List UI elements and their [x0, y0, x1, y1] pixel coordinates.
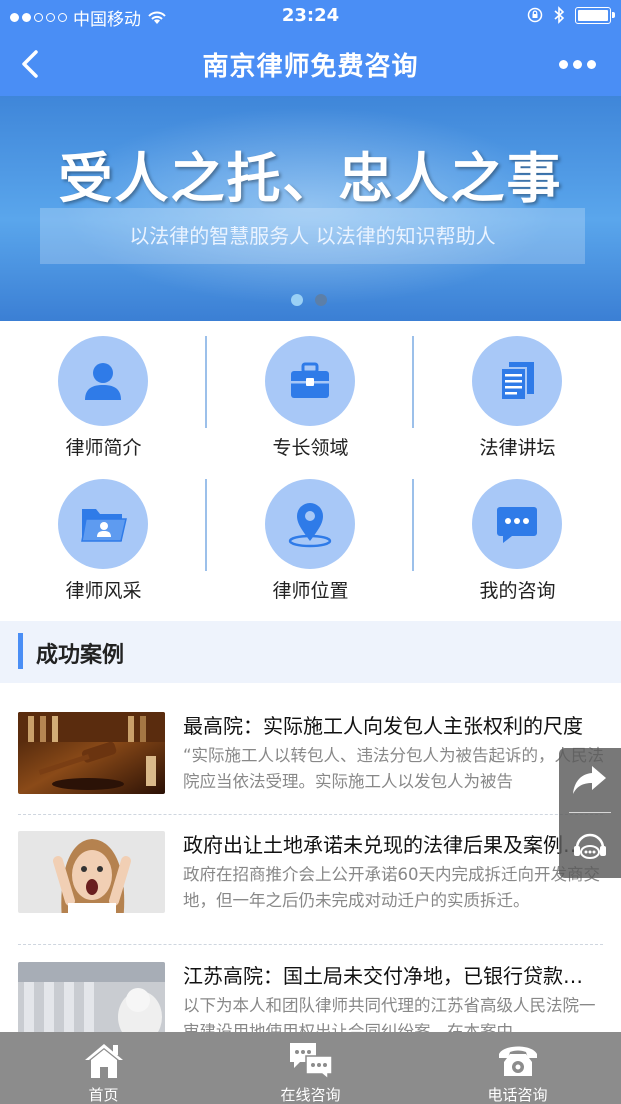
- article-summary: “实际施工人以转包人、违法分包人为被告起诉的，人民法院应当依法受理。实际施工人以…: [183, 746, 605, 791]
- menu-label: 律师位置: [272, 580, 349, 602]
- battery-icon: [575, 6, 615, 24]
- menu-label: 我的咨询: [479, 580, 556, 602]
- location-pin-icon: [288, 503, 332, 548]
- top-bar: 中国移动 23:24 南京律师免费咨询: [0, 0, 621, 96]
- menu-item-legal-forum[interactable]: 法律讲坛: [414, 321, 621, 464]
- article-title: 政府出让土地承诺未兑现的法律后果及案例…: [183, 833, 583, 857]
- tab-label: 在线咨询: [280, 1086, 341, 1104]
- menu-item-lawyer-gallery[interactable]: 律师风采: [0, 464, 207, 607]
- bluetooth-icon: [554, 6, 565, 24]
- bottom-tab-bar: 首页 在线咨询 电话咨询: [0, 1032, 621, 1104]
- tab-home[interactable]: 首页: [0, 1032, 207, 1104]
- floating-actions: [559, 748, 621, 878]
- chat-bubble-icon: [497, 507, 537, 543]
- section-header: 成功案例: [0, 621, 621, 683]
- briefcase-icon: [291, 362, 329, 398]
- document-icon: [500, 362, 534, 401]
- customer-service-button[interactable]: [559, 814, 621, 878]
- surprised-woman-image: [18, 831, 165, 913]
- tab-phone-consult[interactable]: 电话咨询: [414, 1032, 621, 1104]
- article-title: 江苏高院：国土局未交付净地，已银行贷款…: [183, 964, 583, 988]
- tab-online-consult[interactable]: 在线咨询: [207, 1032, 414, 1104]
- status-bar: 中国移动 23:24: [0, 0, 621, 32]
- menu-label: 法律讲坛: [479, 437, 556, 459]
- pager-dot-1[interactable]: [291, 294, 303, 306]
- section-title: 成功案例: [36, 643, 125, 668]
- article-thumbnail: [18, 831, 165, 913]
- menu-item-lawyer-location[interactable]: 律师位置: [207, 464, 414, 607]
- menu-item-lawyer-intro[interactable]: 律师简介: [0, 321, 207, 464]
- list-item[interactable]: 最高院：实际施工人向发包人主张权利的尺度 “实际施工人以转包人、违法分包人为被告…: [18, 712, 608, 830]
- tab-label: 电话咨询: [487, 1086, 548, 1104]
- gavel-image: [18, 712, 165, 794]
- share-icon: [573, 766, 606, 794]
- article-thumbnail: [18, 712, 165, 794]
- menu-label: 律师风采: [65, 580, 142, 602]
- more-dots-icon: [559, 59, 568, 69]
- person-icon: [85, 363, 121, 400]
- menu-item-expertise[interactable]: 专长领域: [207, 321, 414, 464]
- nav-bar: 南京律师免费咨询: [0, 32, 621, 96]
- banner-subtitle: 以法律的智慧服务人 以法律的知识帮助人: [40, 208, 585, 264]
- chat-icon: [289, 1043, 333, 1080]
- more-button[interactable]: [559, 54, 599, 74]
- tab-label: 首页: [88, 1086, 119, 1104]
- list-item[interactable]: 政府出让土地承诺未兑现的法律后果及案例… 政府在招商推介会上公开承诺60天内完成…: [18, 831, 608, 949]
- article-title: 最高院：实际施工人向发包人主张权利的尺度: [183, 714, 583, 738]
- carousel-pager: [291, 294, 327, 306]
- article-summary: 政府在招商推介会上公开承诺60天内完成拆迁向开发商交地，但一年之后仍未完成对动迁…: [183, 865, 600, 910]
- orientation-lock-icon: [527, 7, 543, 23]
- menu-label: 专长领域: [272, 437, 349, 459]
- menu-item-my-consultation[interactable]: 我的咨询: [414, 464, 621, 607]
- home-icon: [84, 1044, 123, 1078]
- page-title: 南京律师免费咨询: [202, 52, 419, 82]
- share-button[interactable]: [559, 748, 621, 812]
- telephone-icon: [498, 1046, 537, 1076]
- folder-icon: [81, 509, 127, 542]
- pager-dot-2[interactable]: [315, 294, 327, 306]
- menu-label: 律师简介: [65, 437, 142, 459]
- menu-grid: 律师简介 专长领域 法律讲坛 律师风采 律师位置 我的咨询: [0, 321, 621, 621]
- banner-carousel[interactable]: 受人之托、忠人之事 以法律的智慧服务人 以法律的知识帮助人: [0, 96, 621, 321]
- headset-icon: [574, 833, 606, 859]
- banner-slogan: 受人之托、忠人之事: [58, 147, 563, 210]
